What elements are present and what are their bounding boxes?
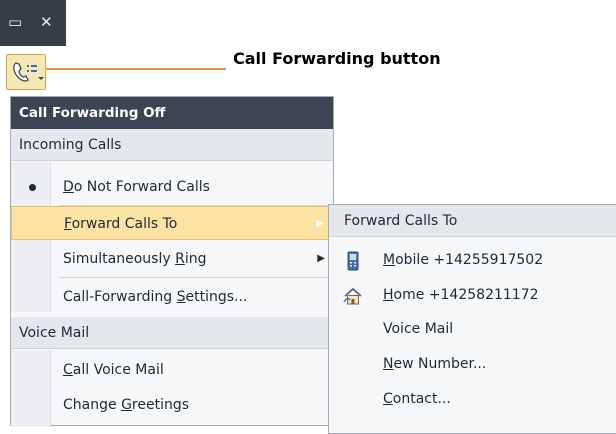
menu-item-forward-calls-to[interactable]: Forward Calls To ▶	[11, 206, 333, 240]
section-incoming-calls: Incoming Calls	[11, 129, 333, 161]
submenu-header: Forward Calls To	[329, 205, 616, 237]
submenu-item-label: New Number...	[383, 356, 487, 372]
submenu-arrow-icon: ▶	[317, 253, 325, 264]
radio-selected-icon	[29, 184, 36, 191]
menu-header: Call Forwarding Off	[11, 97, 333, 129]
phone-forward-icon	[13, 62, 44, 82]
callout-label: Call Forwarding button	[233, 49, 441, 68]
menu-item-label: Do Not Forward Calls	[63, 179, 210, 195]
submenu-item-label: Contact...	[383, 391, 451, 407]
call-forwarding-button[interactable]	[6, 54, 46, 90]
submenu-item-home[interactable]: Home +14258211172	[329, 278, 616, 312]
mobile-phone-icon	[347, 251, 359, 271]
submenu-item-voice-mail[interactable]: Voice Mail	[329, 312, 616, 346]
submenu-item-contact[interactable]: Contact...	[329, 382, 616, 416]
call-forwarding-menu: Call Forwarding Off Incoming Calls Do No…	[10, 96, 334, 427]
menu-item-label: Call Voice Mail	[63, 362, 164, 378]
menu-item-label: Simultaneously Ring	[63, 251, 207, 267]
window-titlebar: ▭ ✕	[0, 0, 66, 46]
submenu-item-mobile[interactable]: Mobile +14255917502	[329, 243, 616, 277]
home-icon	[343, 287, 362, 305]
menu-item-call-voice-mail[interactable]: Call Voice Mail	[11, 353, 333, 387]
menu-item-label: Forward Calls To	[64, 216, 178, 232]
submenu-item-label: Home +14258211172	[383, 287, 539, 303]
callout-leader-line	[46, 68, 226, 70]
menu-item-label: Call-Forwarding Settings...	[63, 289, 248, 305]
submenu-item-label: Mobile +14255917502	[383, 252, 544, 268]
forward-calls-to-submenu: Forward Calls To Mobile +14255917502 Hom…	[328, 204, 616, 434]
section-voice-mail: Voice Mail	[11, 317, 333, 349]
menu-separator	[59, 277, 333, 278]
menu-item-do-not-forward[interactable]: Do Not Forward Calls	[11, 170, 333, 204]
restore-icon[interactable]: ▭	[8, 14, 22, 30]
menu-item-simultaneously-ring[interactable]: Simultaneously Ring ▶	[11, 242, 333, 276]
submenu-item-label: Voice Mail	[383, 321, 454, 337]
close-icon[interactable]: ✕	[40, 14, 53, 30]
menu-item-change-greetings[interactable]: Change Greetings	[11, 388, 333, 422]
menu-item-label: Change Greetings	[63, 397, 190, 413]
submenu-item-new-number[interactable]: New Number...	[329, 347, 616, 381]
submenu-arrow-icon: ▶	[316, 218, 324, 229]
menu-item-call-forwarding-settings[interactable]: Call-Forwarding Settings...	[11, 280, 333, 314]
